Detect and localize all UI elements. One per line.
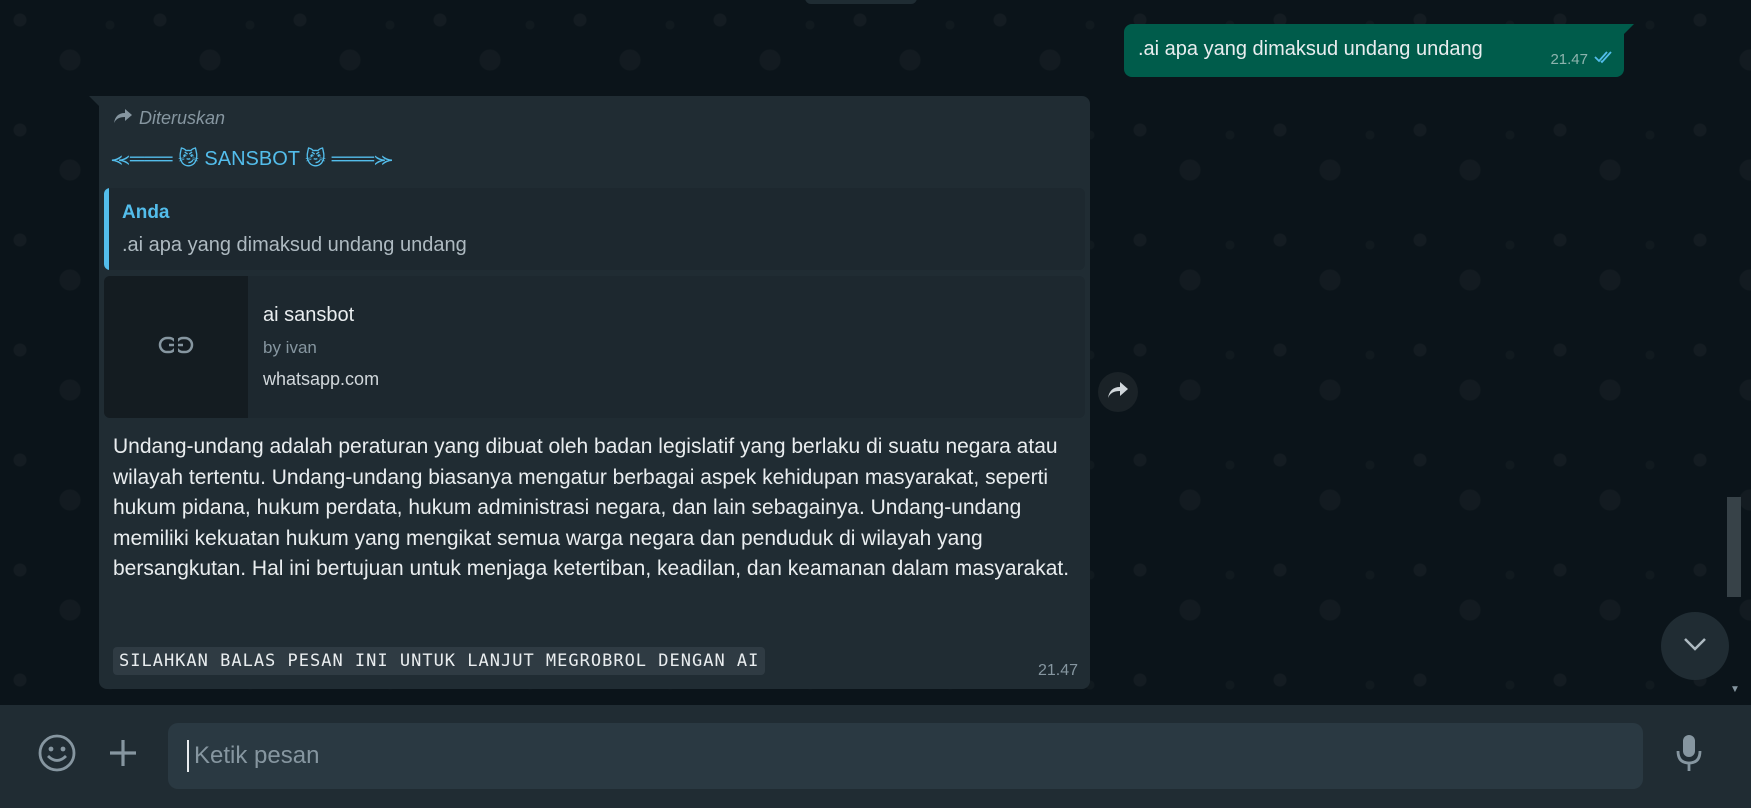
forward-arrow-icon (1107, 381, 1129, 404)
scroll-to-bottom-button[interactable] (1661, 612, 1729, 680)
incoming-message-text: Undang-undang adalah peraturan yang dibu… (113, 435, 1070, 580)
outgoing-message-bubble[interactable]: .ai apa yang dimaksud undang undang 21.4… (1124, 24, 1634, 77)
forwarded-arrow-icon (113, 108, 133, 129)
quoted-message[interactable]: Anda .ai apa yang dimaksud undang undang (104, 188, 1085, 270)
quote-accent-bar (104, 188, 109, 270)
bubble-tail (89, 96, 101, 108)
incoming-message-time: 21.47 (1037, 662, 1078, 679)
microphone-icon (1674, 733, 1704, 778)
link-preview-title: ai sansbot (263, 304, 355, 326)
attach-button[interactable] (99, 731, 147, 779)
link-preview-thumbnail (104, 276, 248, 418)
outgoing-message-text: .ai apa yang dimaksud undang undang (1138, 38, 1483, 60)
forwarded-label: Diteruskan (113, 108, 225, 129)
outgoing-message-meta: 21.47 (1550, 50, 1614, 69)
read-double-check-icon (1594, 50, 1614, 69)
scroll-down-arrow-icon[interactable]: ▼ (1730, 684, 1740, 695)
bubble-tail (1622, 24, 1634, 36)
text-caret (187, 740, 189, 772)
date-pill (805, 0, 917, 4)
sender-name[interactable]: ⪻═══ 😼 SANSBOT 😼 ═══⪼ (111, 146, 393, 171)
message-input-container (168, 723, 1643, 789)
link-icon (158, 335, 194, 360)
voice-message-button[interactable] (1665, 731, 1713, 779)
link-preview-card[interactable]: ai sansbot by ivan whatsapp.com (104, 276, 1085, 418)
scrollbar-thumb[interactable] (1727, 497, 1741, 597)
forwarded-text: Diteruskan (139, 108, 226, 128)
smiley-icon (37, 733, 77, 778)
outgoing-message-time: 21.47 (1550, 51, 1588, 68)
plus-icon (107, 737, 139, 774)
link-preview-domain: whatsapp.com (263, 369, 380, 389)
incoming-message-bubble[interactable]: Diteruskan ⪻═══ 😼 SANSBOT 😼 ═══⪼ Anda .a… (89, 96, 1090, 689)
chevron-down-icon (1683, 637, 1707, 656)
chat-messages-area[interactable]: .ai apa yang dimaksud undang undang 21.4… (0, 0, 1751, 705)
quote-author: Anda (122, 202, 170, 223)
message-composer-bar (0, 705, 1751, 808)
emoji-button[interactable] (33, 731, 81, 779)
quote-text: .ai apa yang dimaksud undang undang (122, 234, 467, 256)
forward-message-button[interactable] (1098, 372, 1138, 412)
monospace-footer-text: SILAHKAN BALAS PESAN INI UNTUK LANJUT ME… (113, 647, 766, 675)
link-preview-description: by ivan (263, 338, 317, 357)
message-input[interactable] (168, 723, 1643, 789)
